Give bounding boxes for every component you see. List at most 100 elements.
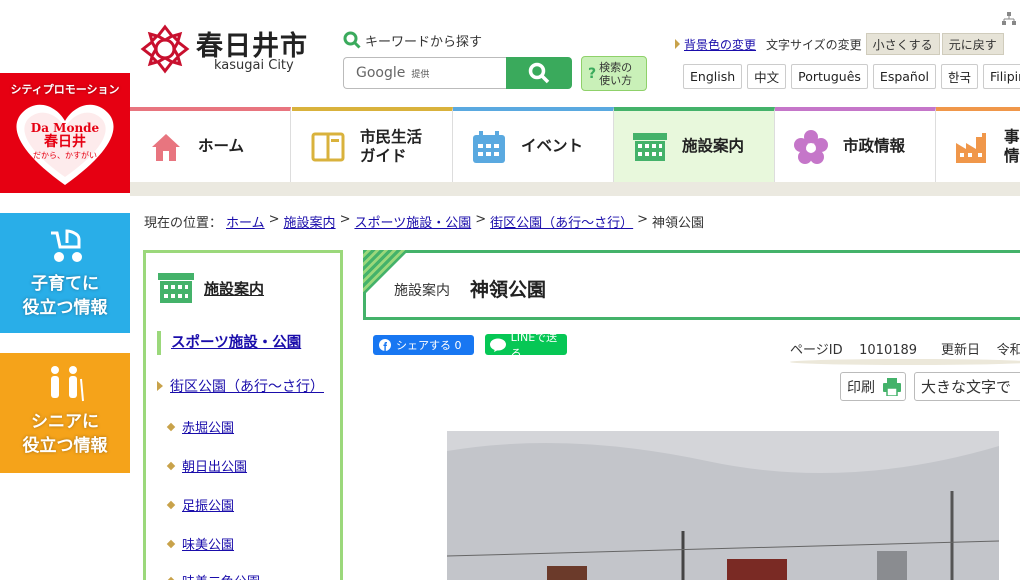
line-share-button[interactable]: LINEで送る [485, 331, 567, 360]
breadcrumb-sep: > [268, 212, 280, 227]
promo-column: シティプロモーション Da Monde 春日井 だから、かすがい 子育てに 役立… [0, 0, 130, 580]
nav-city-info[interactable]: 市政情報 [775, 107, 936, 182]
search-howto-line2: 使い方 [599, 73, 633, 87]
bg-color-link[interactable]: 背景色の変更 [684, 36, 756, 53]
font-reset-button[interactable]: 元に戻す [941, 33, 1004, 55]
city-promo-tagline: だから、かすがい [33, 151, 97, 160]
search-label: キーワードから探す [343, 30, 482, 50]
sidebar-subitem: 足振公園 [166, 495, 234, 514]
breadcrumb-sports-parks[interactable]: スポーツ施設・公園 [354, 212, 471, 231]
search-input[interactable]: Google 提供 [343, 57, 507, 89]
sidebar-current: スポーツ施設・公園 [157, 331, 301, 355]
sidebar-subitem-link[interactable]: 赤堀公園 [182, 417, 234, 436]
nav-living-guide-label: 市民生活 ガイド [360, 128, 422, 166]
search-howto-button[interactable]: ? 検索の 使い方 [581, 56, 647, 91]
site-logo-subtitle: kasugai City [214, 58, 294, 73]
lang-filipino[interactable]: Filipino [983, 64, 1020, 89]
senior-info-banner[interactable]: シニアに 役立つ情報 [0, 353, 130, 473]
breadcrumb-sep: > [339, 212, 351, 227]
sidebar-current-link[interactable]: スポーツ施設・公園 [171, 335, 301, 351]
nav-home-label: ホーム [198, 137, 245, 155]
senior-line2: 役立つ情報 [22, 436, 108, 456]
sidebar-subitem-link[interactable]: 味美公園 [182, 534, 234, 553]
nav-business-line2: 情 [1004, 146, 1020, 165]
breadcrumb-label: 現在の位置： [144, 216, 223, 231]
font-size-label: 文字サイズの変更 [766, 37, 862, 52]
nav-business-info[interactable]: 事 情 [936, 107, 1020, 182]
facebook-share-button[interactable]: シェアする 0 [373, 335, 474, 355]
nav-living-guide-line1: 市民生活 [360, 127, 423, 146]
sidebar-subitem-link[interactable]: 足振公園 [182, 495, 234, 514]
city-promo-name: 春日井 [44, 134, 86, 150]
diamond-bullet-icon [166, 539, 176, 548]
breadcrumb-district-parks[interactable]: 街区公園（あ行～さ行） [490, 212, 633, 231]
sidebar-subitem-link[interactable]: 味美二色公園 [182, 571, 260, 580]
font-smaller-button[interactable]: 小さくする [865, 33, 940, 55]
nav-home[interactable]: ホーム [130, 107, 291, 182]
meta-underline-decoration [790, 359, 1020, 365]
sidebar-subitem: 朝日出公園 [166, 456, 247, 475]
lang-chinese[interactable]: 中文 [747, 64, 787, 89]
lang-spanish[interactable]: Español [872, 64, 936, 89]
nav-living-guide[interactable]: 市民生活 ガイド [292, 107, 453, 182]
breadcrumb-current: 神領公園 [652, 216, 705, 231]
building-icon [158, 273, 194, 303]
sidebar-subitem-link[interactable]: 朝日出公園 [182, 456, 247, 475]
page-id-label: ページID [790, 343, 843, 358]
sidebar-category-link[interactable]: 街区公園（あ行～さ行） [170, 376, 324, 396]
breadcrumb-home[interactable]: ホーム [226, 212, 265, 231]
city-promotion-banner[interactable]: シティプロモーション Da Monde 春日井 だから、かすがい [0, 73, 130, 193]
breadcrumb-sep: > [475, 212, 487, 227]
search-howto-label: 検索の 使い方 [599, 61, 632, 87]
large-text-button[interactable]: 大きな文字で [914, 372, 1020, 401]
guidebook-icon [311, 132, 345, 161]
lang-portuguese[interactable]: Português [791, 64, 868, 89]
triangle-bullet-icon [675, 39, 680, 49]
site-logo[interactable]: 春日井市 kasugai City [140, 24, 330, 76]
page: シティプロモーション Da Monde 春日井 だから、かすがい 子育てに 役立… [0, 0, 1020, 580]
search-button[interactable] [506, 57, 572, 89]
sidebar-subitem: 味美公園 [166, 534, 234, 553]
park-photo-scene [447, 431, 999, 580]
nav-facilities[interactable]: 施設案内 [614, 107, 775, 182]
sidebar-heading[interactable]: 施設案内 [158, 273, 264, 303]
sitemap-icon[interactable] [1002, 12, 1016, 26]
line-share-label: LINEで送る [510, 330, 558, 360]
printer-icon [883, 377, 901, 396]
facebook-icon [379, 339, 391, 351]
nav-facilities-label: 施設案内 [682, 137, 745, 155]
search-button-icon [528, 62, 550, 84]
nav-events[interactable]: イベント [453, 107, 614, 182]
updated-value: 令和4 [996, 343, 1020, 358]
page-title-box: 施設案内 神領公園 [363, 250, 1020, 320]
diamond-bullet-icon [166, 422, 176, 431]
nav-city-info-label: 市政情報 [843, 137, 906, 155]
city-promo-title: シティプロモーション [10, 83, 120, 96]
breadcrumb-facilities[interactable]: 施設案内 [284, 212, 336, 231]
childcare-line2: 役立つ情報 [22, 298, 108, 318]
nav-business-info-label: 事 情 [1004, 128, 1020, 166]
page-id: ページID 1010189 [790, 339, 917, 358]
print-label: 印刷 [847, 379, 875, 396]
senior-line1: シニアに [31, 412, 99, 432]
building-icon [633, 132, 667, 161]
search-provided-label: 提供 [411, 69, 430, 80]
sidebar: 施設案内 スポーツ施設・公園 街区公園（あ行～さ行） 赤堀公園 朝日出公園 足振… [143, 250, 343, 580]
sidebar-heading-label: 施設案内 [204, 279, 265, 298]
page-id-value: 1010189 [859, 343, 918, 358]
sidebar-subitem: 味美二色公園 [166, 571, 260, 580]
updated-label: 更新日 [941, 343, 981, 358]
stroller-icon [51, 229, 82, 262]
lang-korean[interactable]: 한국 [940, 64, 978, 89]
childcare-info-banner[interactable]: 子育てに 役立つ情報 [0, 213, 130, 333]
lang-english[interactable]: English [683, 64, 743, 89]
nav-living-guide-line2: ガイド [360, 146, 407, 165]
diamond-bullet-icon [166, 500, 176, 509]
page-category: 施設案内 [394, 283, 450, 299]
flower-emblem-icon [794, 129, 828, 164]
bg-color-link-wrap: 背景色の変更 [675, 36, 756, 53]
city-emblem-icon [140, 24, 190, 74]
language-selector: English 中文 Português Español 한국 Filipino [683, 64, 1020, 89]
print-button[interactable]: 印刷 [840, 372, 906, 401]
page-title: 神領公園 [470, 279, 547, 301]
